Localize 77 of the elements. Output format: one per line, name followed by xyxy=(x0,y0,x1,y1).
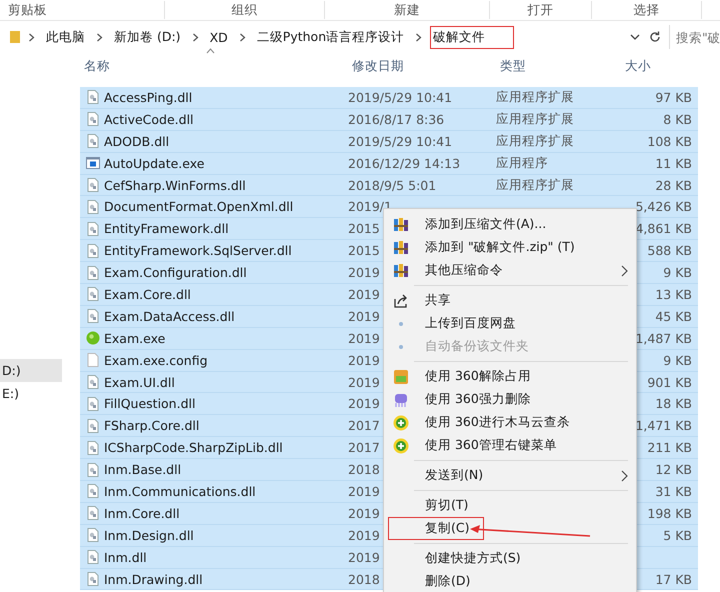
file-type: 应用程序扩展 xyxy=(496,88,574,104)
file-size: 5 KB xyxy=(663,528,692,543)
ribbon-group-label: 剪贴板 xyxy=(0,1,165,19)
file-size: 198 KB xyxy=(647,506,692,521)
modified-date: 2019 xyxy=(348,352,380,368)
file-name: FillQuestion.dll xyxy=(104,396,196,412)
modified-date: 2019 xyxy=(348,396,380,412)
file-name: Exam.Configuration.dll xyxy=(104,265,247,280)
modified-date: 2019/5/29 10:41 xyxy=(348,134,452,149)
file-size: 1,487 KB xyxy=(635,330,692,346)
ribbon-group-label: 打开 xyxy=(490,1,592,19)
file-name: CefSharp.WinForms.dll xyxy=(104,178,246,192)
file-name: ICSharpCode.SharpZipLib.dll xyxy=(104,440,283,456)
modified-date: 2019 xyxy=(348,484,380,499)
modified-date: 2019 xyxy=(348,374,380,390)
file-name: Inm.Core.dll xyxy=(104,506,180,521)
file-size: 588 KB xyxy=(647,243,692,258)
modified-date: 2016/8/17 8:36 xyxy=(348,112,444,127)
modified-date: 2018 xyxy=(348,572,380,587)
modified-date: 2018/9/5 5:01 xyxy=(348,178,436,192)
file-size: 31 KB xyxy=(655,484,692,499)
file-name: EntityFramework.dll xyxy=(104,221,229,236)
file-name: Exam.UI.dll xyxy=(104,374,175,390)
file-size: 9 KB xyxy=(663,265,692,280)
file-name: Inm.dll xyxy=(104,550,147,565)
file-size: 8 KB xyxy=(663,112,692,127)
ribbon-group-label: 选择 xyxy=(592,1,702,19)
file-name: DocumentFormat.OpenXml.dll xyxy=(104,199,294,214)
modified-date: 2019 xyxy=(348,550,380,565)
file-size: 1,471 KB xyxy=(635,418,692,434)
modified-date: 2017 xyxy=(348,440,380,456)
file-type: 应用程序扩展 xyxy=(496,110,574,126)
file-name: Exam.Core.dll xyxy=(104,286,191,302)
modified-date: 2017 xyxy=(348,418,380,434)
modified-date: 2019 xyxy=(348,265,380,280)
modified-date: 2019 xyxy=(348,308,380,324)
modified-date: 2019/5/29 10:41 xyxy=(348,90,452,105)
modified-date: 2019 xyxy=(348,330,380,346)
modified-date: 2015 xyxy=(348,243,380,258)
modified-date: 2019 xyxy=(348,506,380,521)
file-type: 应用程序扩展 xyxy=(496,132,574,148)
file-size: 11 KB xyxy=(655,156,692,171)
file-name: AccessPing.dll xyxy=(104,90,192,105)
file-name: Inm.Design.dll xyxy=(104,528,194,543)
file-name: Inm.Communications.dll xyxy=(104,484,256,499)
ribbon-group-label: 新建 xyxy=(325,1,490,19)
file-size: 13 KB xyxy=(655,286,692,302)
modified-date: 2018 xyxy=(348,462,380,478)
modified-date: 2016/12/29 14:13 xyxy=(348,156,460,171)
file-size: 5,426 KB xyxy=(635,199,692,214)
file-size: 211 KB xyxy=(647,440,692,456)
file-name: Exam.exe.config xyxy=(104,352,208,368)
file-name: AutoUpdate.exe xyxy=(104,156,204,171)
file-size: 108 KB xyxy=(647,134,692,149)
file-size: 45 KB xyxy=(655,308,692,324)
file-size: 12 KB xyxy=(655,462,692,478)
file-size: 28 KB xyxy=(655,178,692,192)
file-size: 97 KB xyxy=(655,90,692,105)
file-name: ActiveCode.dll xyxy=(104,112,194,127)
ribbon-group-label: 组织 xyxy=(165,1,325,19)
file-name: Exam.exe xyxy=(104,330,166,346)
file-name: ADODB.dll xyxy=(104,134,170,149)
file-name: Inm.Base.dll xyxy=(104,462,182,478)
file-type: 应用程序扩展 xyxy=(496,176,574,192)
file-name: Inm.Drawing.dll xyxy=(104,572,203,587)
file-size: 901 KB xyxy=(647,374,692,390)
file-name: Exam.DataAccess.dll xyxy=(104,308,235,324)
file-size: 18 KB xyxy=(655,396,692,412)
file-size: 17 KB xyxy=(655,572,692,587)
file-size: 4,861 KB xyxy=(635,221,692,236)
modified-date: 2015 xyxy=(348,221,380,236)
file-type: 应用程序 xyxy=(496,154,548,170)
file-name: EntityFramework.SqlServer.dll xyxy=(104,243,292,258)
modified-date: 2019 xyxy=(348,528,380,543)
file-size: 9 KB xyxy=(663,352,692,368)
modified-date: 2019 xyxy=(348,286,380,302)
file-name: FSharp.Core.dll xyxy=(104,418,200,434)
